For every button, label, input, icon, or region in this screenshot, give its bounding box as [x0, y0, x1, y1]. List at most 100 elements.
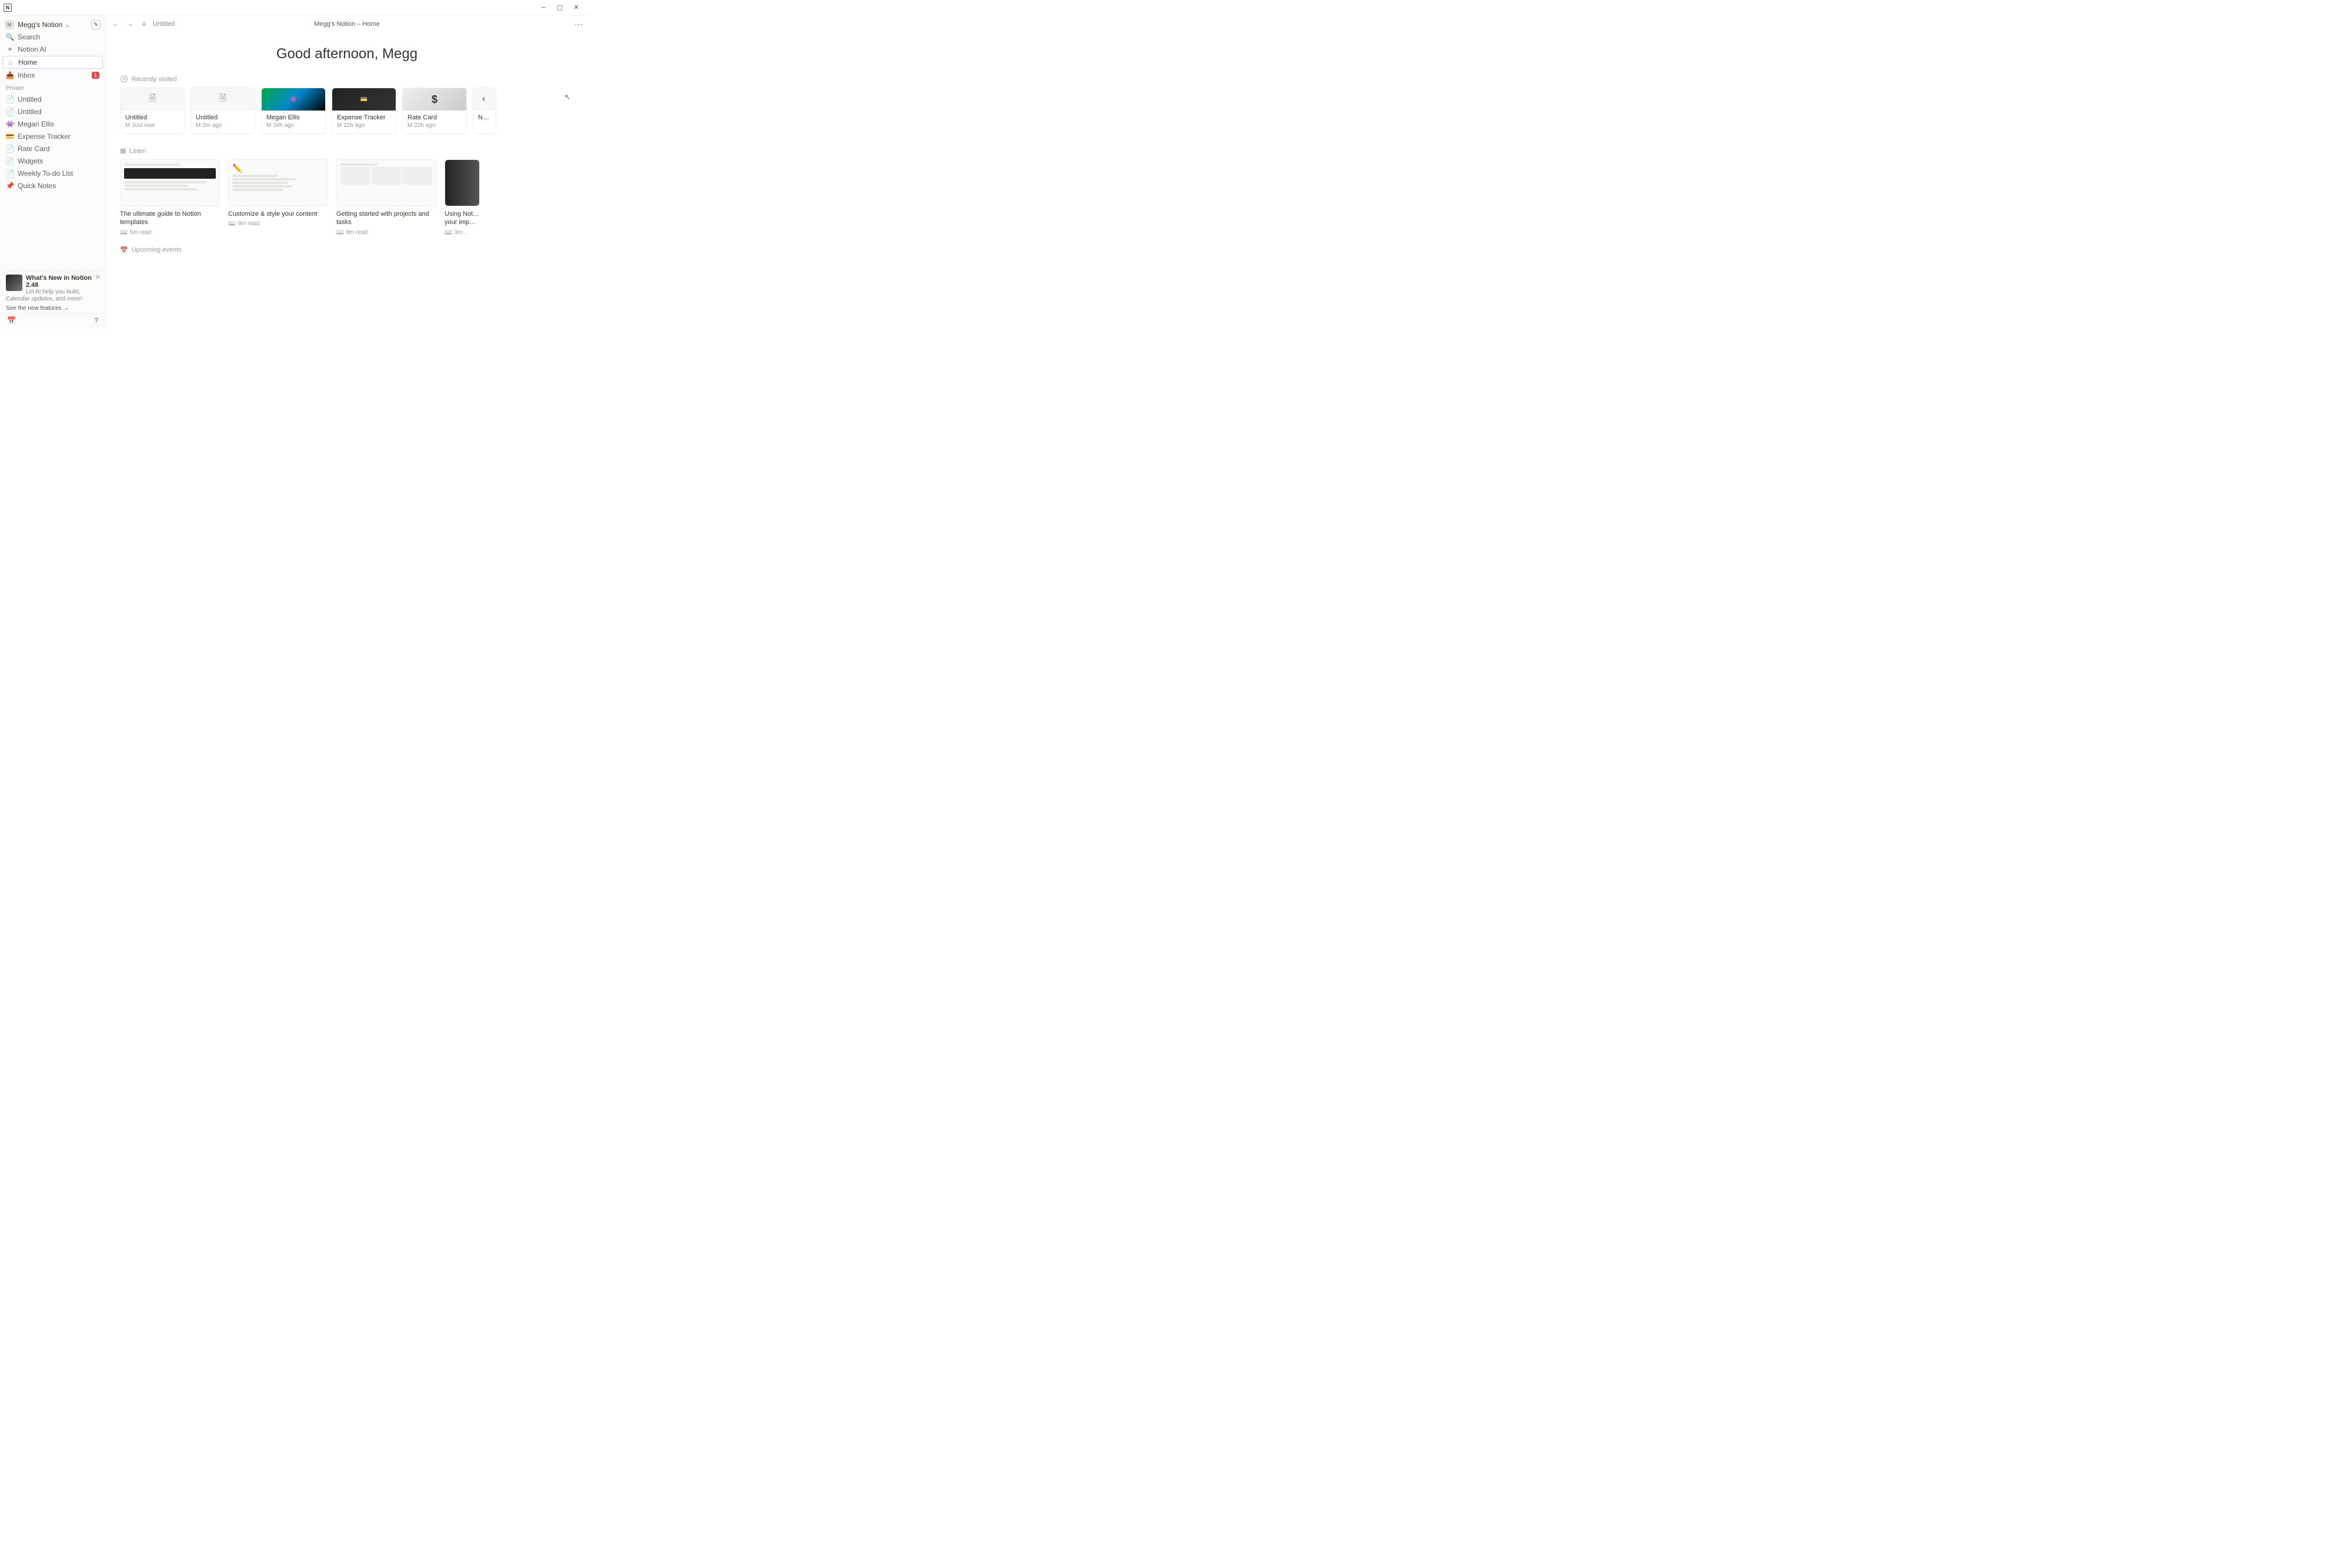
topbar: ← → ＋ Untitled Megg's Notion – Home ⋯: [106, 15, 588, 33]
calendar-icon[interactable]: 📅: [7, 316, 16, 325]
window-titlebar: N ─ ▢ ✕: [0, 0, 588, 15]
card-meta: M 2m ago: [191, 122, 255, 133]
page-icon: 💳: [6, 132, 14, 141]
page-label: Untitled: [18, 108, 42, 116]
page-icon: 📄: [6, 95, 14, 103]
workspace-name: Megg's Notion ⌄: [18, 21, 88, 29]
blank-icon: ◐: [473, 88, 496, 111]
inbox-button[interactable]: 📥 Inbox 1: [2, 69, 103, 81]
learn-title: Customize & style your content: [228, 210, 328, 218]
upcoming-events-header[interactable]: 📅 Upcoming events: [120, 246, 574, 254]
clock-icon: 🕒: [120, 75, 128, 83]
card-meta: M 19h ago: [262, 122, 325, 133]
learn-label: Learn: [129, 148, 146, 155]
help-icon[interactable]: ?: [94, 316, 98, 325]
doc-icon: 🗎: [121, 88, 184, 111]
sidebar-page[interactable]: 📄Widgets: [2, 155, 103, 167]
sidebar-page[interactable]: 📌Quick Notes: [2, 180, 103, 192]
promo-link[interactable]: See the new features →: [6, 305, 99, 312]
sidebar-page[interactable]: 📄Rate Card: [2, 143, 103, 155]
learn-thumb: [336, 159, 436, 206]
search-icon: 🔍: [6, 33, 14, 41]
window-title: Megg's Notion – Home: [314, 21, 380, 28]
recently-visited-label: Recently visited: [132, 76, 177, 83]
main-panel: ← → ＋ Untitled Megg's Notion – Home ⋯ ↖ …: [106, 15, 588, 329]
promo-image: [6, 275, 22, 291]
recently-visited-header[interactable]: 🕒 Recently visited: [120, 75, 574, 83]
learn-card[interactable]: The ultimate guide to Notion templates 📖…: [120, 159, 220, 236]
window-maximize-button[interactable]: ▢: [552, 0, 568, 15]
learn-card[interactable]: Getting started with projects and tasks …: [336, 159, 436, 236]
window-close-button[interactable]: ✕: [568, 0, 584, 15]
page-label: Untitled: [18, 95, 42, 103]
learn-meta: 📖 9m read: [228, 220, 328, 227]
card-title: Expense Tracker: [332, 111, 396, 122]
sidebar-page[interactable]: 📄Weekly To-do List: [2, 168, 103, 179]
upcoming-events-label: Upcoming events: [132, 246, 182, 253]
app-icon: N: [4, 4, 12, 12]
learn-title: The ultimate guide to Notion templates: [120, 210, 220, 227]
notion-ai-label: Notion AI: [18, 45, 46, 54]
sidebar-page[interactable]: 👾Megan Ellis: [2, 118, 103, 130]
new-tab-button[interactable]: ＋: [139, 19, 149, 29]
inbox-badge: 1: [92, 72, 99, 79]
learn-header[interactable]: ▦ Learn: [120, 147, 574, 155]
promo-close-button[interactable]: ✕: [95, 273, 101, 281]
home-button[interactable]: ⌂ Home: [2, 56, 103, 69]
learn-title: Getting started with projects and tasks: [336, 210, 436, 227]
card-title: New…: [473, 111, 496, 122]
card-title: Untitled: [121, 111, 184, 122]
sidebar-page[interactable]: 📄 Untitled: [2, 93, 103, 105]
learn-card-partial[interactable]: Using Not… your imp… 📖 3m…: [445, 159, 480, 236]
recent-card[interactable]: 👾 Megan Ellis M 19h ago: [261, 88, 326, 134]
learn-meta: 📖 8m read: [336, 229, 436, 236]
card-meta: M Just now: [121, 122, 184, 133]
recent-card[interactable]: 🗎 Untitled M Just now: [120, 88, 185, 134]
learn-thumb: [120, 159, 220, 206]
nav-forward-button[interactable]: →: [125, 19, 135, 29]
search-label: Search: [18, 33, 40, 41]
recent-card[interactable]: 💳 Expense Tracker M 22h ago: [332, 88, 396, 134]
greeting: Good afternoon, Megg: [120, 46, 574, 62]
sidebar-page[interactable]: 💳 Expense Tracker: [2, 131, 103, 142]
learn-meta: 📖 5m read: [120, 229, 220, 236]
more-menu-button[interactable]: ⋯: [574, 19, 583, 29]
window-minimize-button[interactable]: ─: [535, 0, 552, 15]
page-label: Quick Notes: [18, 182, 56, 190]
whats-new-promo: ✕ What's New in Notion 2.48 Let AI help …: [2, 270, 103, 313]
learn-title: Using Not… your imp…: [445, 210, 480, 227]
sidebar: M Megg's Notion ⌄ ✎ 🔍 Search ✦ Notion AI…: [0, 15, 106, 329]
learn-meta: 📖 3m…: [445, 229, 480, 236]
notion-ai-button[interactable]: ✦ Notion AI: [2, 44, 103, 55]
workspace-switcher[interactable]: M Megg's Notion ⌄ ✎: [2, 19, 103, 31]
cover-image: 👾: [262, 88, 325, 111]
page-label: Expense Tracker: [18, 132, 71, 141]
page-icon: 📄: [6, 108, 14, 116]
recent-card[interactable]: 🗎 Untitled M 2m ago: [191, 88, 255, 134]
calendar-icon: 📅: [120, 246, 128, 254]
learn-card[interactable]: ✏️ Customize & style your content 📖 9m r…: [228, 159, 328, 236]
new-page-icon[interactable]: ✎: [91, 20, 101, 29]
learn-thumb: ✏️: [228, 159, 328, 206]
recent-card-partial[interactable]: ◐ New…: [473, 88, 496, 134]
page-label: Widgets: [18, 157, 43, 165]
cover-image: $: [403, 88, 466, 111]
workspace-avatar: M: [5, 20, 14, 29]
private-section-label: Private: [2, 82, 103, 93]
inbox-label: Inbox: [18, 71, 35, 79]
page-label: Rate Card: [18, 145, 50, 153]
learn-thumb: [445, 159, 480, 206]
card-title: Untitled: [191, 111, 255, 122]
sparkle-icon: ✦: [6, 45, 14, 54]
card-meta: M 22h ago: [403, 122, 466, 133]
search-button[interactable]: 🔍 Search: [2, 31, 103, 43]
breadcrumb[interactable]: Untitled: [153, 21, 175, 28]
inbox-icon: 📥: [6, 71, 14, 79]
nav-back-button[interactable]: ←: [111, 19, 121, 29]
home-label: Home: [18, 58, 37, 66]
sidebar-page[interactable]: 📄 Untitled: [2, 106, 103, 118]
recent-card[interactable]: $ Rate Card M 22h ago: [402, 88, 467, 134]
page-icon: 📄: [6, 169, 14, 178]
page-label: Megan Ellis: [18, 120, 54, 128]
card-meta: M 22h ago: [332, 122, 396, 133]
